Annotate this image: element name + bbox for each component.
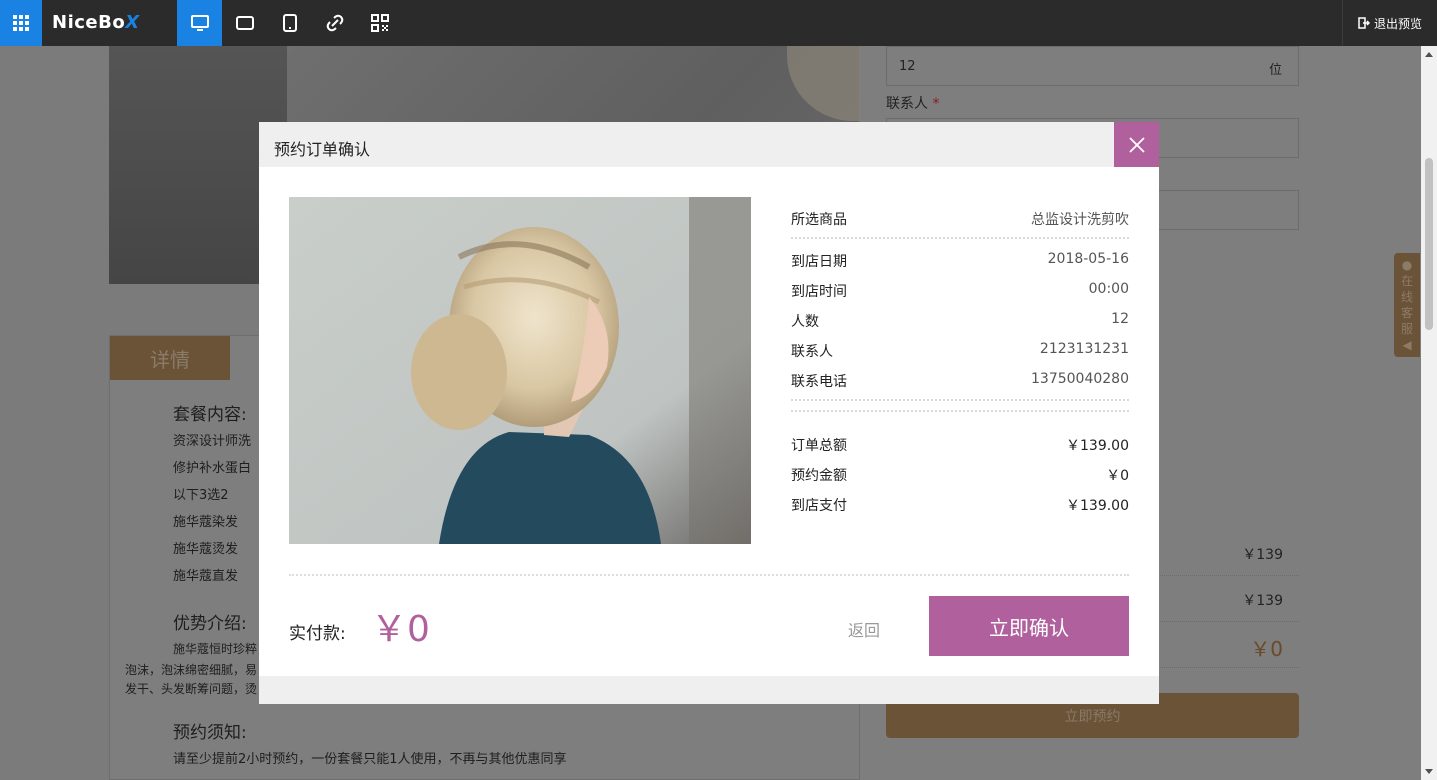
package-item: 以下3选2 [173, 488, 229, 503]
detail-row: 联系人 2123131231 [791, 341, 1129, 360]
package-item: 修护补水蛋白 [173, 461, 252, 476]
tablet-portrait-view-button[interactable] [267, 0, 312, 46]
advantage-line: 泡沫，泡沫绵密细腻，易 [125, 663, 258, 677]
advantage-line: 施华蔻恒时珍粹 [173, 642, 258, 656]
nicebox-logo: NiceBoX [52, 12, 140, 33]
exit-preview-button[interactable]: 退出预览 [1342, 0, 1437, 46]
detail-tab[interactable]: 详情 [110, 336, 230, 380]
notice-title: 预约须知: [173, 723, 247, 743]
package-item: 施华蔻直发 [173, 569, 239, 584]
amount-row: 订单总额 ￥139.00 [791, 438, 1129, 454]
people-count-field[interactable]: 12 位 [886, 46, 1299, 86]
price-deposit: ￥0 [1250, 637, 1283, 661]
link-button[interactable] [312, 0, 357, 46]
tablet-landscape-view-button[interactable] [222, 0, 267, 46]
qrcode-button[interactable] [357, 0, 402, 46]
top-toolbar: NiceBoX 退出预览 [0, 0, 1437, 46]
amount-row: 到店支付 ￥139.00 [791, 498, 1129, 514]
detail-row: 联系电话 13750040280 [791, 371, 1129, 390]
close-icon [1128, 136, 1145, 153]
page-scrollbar[interactable] [1421, 46, 1437, 780]
pay-label: 实付款: [289, 624, 346, 644]
user-icon: ● [1401, 258, 1413, 272]
package-title: 套餐内容: [173, 405, 247, 425]
scroll-thumb[interactable] [1425, 158, 1433, 330]
desktop-view-button[interactable] [177, 0, 222, 46]
contact-label: 联系人 * [886, 96, 940, 112]
price-store: ￥139 [1242, 593, 1283, 609]
pay-amount: ￥0 [371, 609, 430, 650]
apps-menu-button[interactable] [0, 0, 42, 46]
modal-title: 预约订单确认 [274, 140, 371, 159]
apps-grid-icon [13, 15, 29, 31]
order-confirm-modal: 预约订单确认 所选商品 总监设计洗剪吹 到店日期 2018-05-16 到店时间… [259, 122, 1159, 704]
detail-row: 人数 12 [791, 311, 1129, 330]
exit-icon [1358, 17, 1370, 29]
advantage-line: 发干、头发断筹问题，烫 [125, 682, 258, 696]
qrcode-icon [370, 14, 389, 32]
notice-text: 请至少提前2小时预约，一份套餐只能1人使用，不再与其他优惠同享 [173, 752, 567, 767]
divider [791, 410, 1129, 412]
scroll-down-arrow-icon[interactable] [1425, 769, 1433, 774]
confirm-button[interactable]: 立即确认 [929, 596, 1129, 656]
divider [791, 237, 1129, 239]
exit-preview-label: 退出预览 [1373, 16, 1422, 31]
amount-row: 预约金额 ￥0 [791, 468, 1129, 484]
package-item: 施华蔻染发 [173, 515, 239, 530]
tablet-portrait-icon [282, 14, 297, 32]
package-item: 资深设计师洗 [173, 434, 252, 449]
collapse-arrow-icon: ◀ [1402, 338, 1412, 352]
modal-header: 预约订单确认 [259, 122, 1159, 167]
back-link[interactable]: 返回 [848, 617, 880, 641]
tablet-landscape-icon [235, 16, 254, 30]
advantage-title: 优势介绍: [173, 614, 247, 634]
product-row: 所选商品 总监设计洗剪吹 [791, 212, 1129, 228]
detail-row: 到店日期 2018-05-16 [791, 251, 1129, 270]
divider [791, 399, 1129, 401]
product-photo [289, 197, 751, 544]
detail-row: 到店时间 00:00 [791, 281, 1129, 300]
link-icon [326, 14, 343, 32]
modal-footer [259, 676, 1159, 704]
package-item: 施华蔻烫发 [173, 542, 239, 557]
online-service-tab[interactable]: ● 在 线 客 服 ◀ [1394, 253, 1420, 357]
divider [289, 574, 1129, 576]
modal-close-button[interactable] [1114, 122, 1159, 167]
desktop-icon [190, 15, 209, 31]
scroll-up-arrow-icon[interactable] [1425, 52, 1433, 57]
price-total: ￥139 [1242, 547, 1283, 563]
